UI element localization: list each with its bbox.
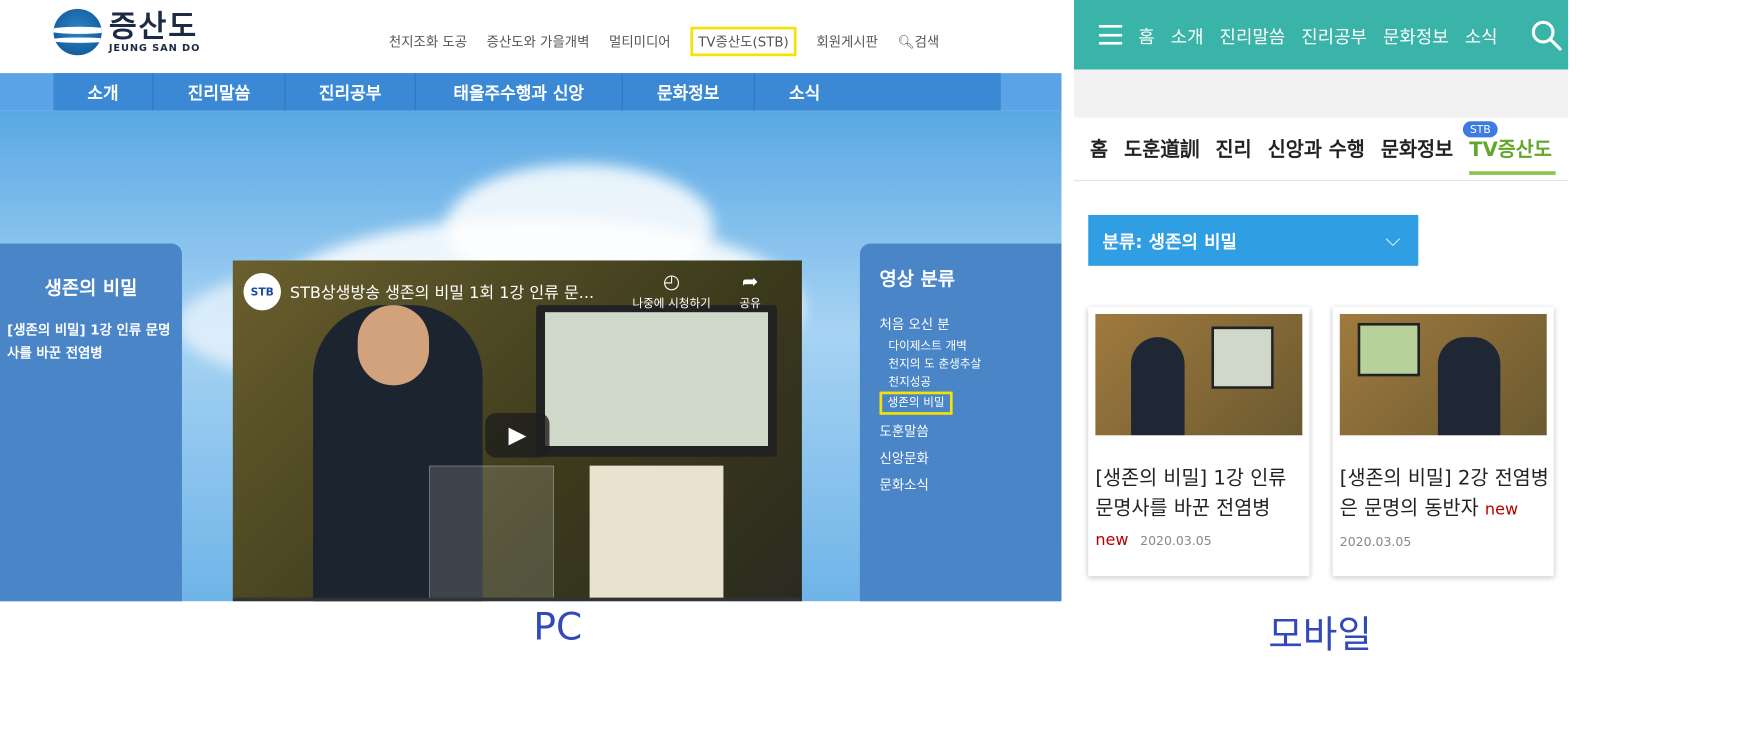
video-player[interactable]: STB STB상생방송 생존의 비밀 1회 1강 인류 문... ◴ 나중에 시… [232,260,802,602]
watch-later-button[interactable]: ◴ 나중에 시청하기 [632,271,710,310]
category-dohun[interactable]: 도훈말씀 [880,418,982,445]
video-card[interactable]: [생존의 비밀] 2강 전염병은 문명의 동반자 new 2020.03.05 [1332,306,1554,577]
video-thumbnail[interactable] [1095,313,1303,436]
video-card-date: 2020.03.05 [1339,535,1412,550]
mobile-view: 홈 소개 진리말씀 진리공부 문화정보 소식 STB 홈 도훈道訓 진리 신앙과… [1073,0,1569,602]
category-dao[interactable]: 천지의 도 춘생추살 [888,356,981,374]
clock-icon: ◴ [663,271,681,294]
logo-mark-icon [53,8,102,56]
mainnav-item-intro[interactable]: 소개 [54,73,154,111]
tab-tv-jeungsando[interactable]: TV증산도 [1469,134,1556,175]
share-label: 공유 [739,297,761,311]
video-card[interactable]: [생존의 비밀] 1강 인류 문명사를 바꾼 전염병 new 2020.03.0… [1088,306,1310,577]
category-selected-survival[interactable]: 생존의 비밀 [879,391,953,415]
top-nav: 천지조화 도공 증산도와 가을개벽 멀티미디어 TV증산도(STB) 회원게시판… [389,26,940,57]
video-card-date: 2020.03.05 [1140,534,1212,549]
category-faith[interactable]: 신앙문화 [880,445,982,472]
topnav-item-gaebyeok[interactable]: 증산도와 가을개벽 [487,32,590,56]
category-panel-title: 영상 분류 [879,268,955,290]
caption-pc: PC [533,604,583,649]
mobile-nav-culture[interactable]: 문화정보 [1383,22,1449,48]
category-digest[interactable]: 다이제스트 개벽 [888,338,981,356]
mainnav-item-culture[interactable]: 문화정보 [623,73,755,111]
channel-logo[interactable]: STB [243,272,281,311]
mobile-nav-intro[interactable]: 소개 [1171,22,1204,48]
topnav-item-dogong[interactable]: 천지조화 도공 [389,32,467,56]
left-panel-video-link[interactable]: [생존의 비밀] 1강 인류 문명사를 바꾼 전염병 [7,318,176,364]
mainnav-item-truth-word[interactable]: 진리말씀 [153,73,286,111]
video-thumbnail[interactable] [1339,313,1547,436]
mobile-nav-truth-study[interactable]: 진리공부 [1301,22,1367,48]
search-icon: 🔍︎ [897,33,915,50]
pc-view: 증산도 JEUNG SAN DO 천지조화 도공 증산도와 가을개벽 멀티미디어… [0,0,1062,602]
category-first-visit[interactable]: 처음 오신 분 [880,311,982,338]
search-label: 검색 [914,33,940,50]
topnav-item-search[interactable]: 🔍︎검색 [898,32,940,56]
left-panel-title: 생존의 비밀 [44,277,138,299]
logo-english: JEUNG SAN DO [108,41,201,54]
share-icon: ➦ [741,271,759,294]
category-filter-dropdown[interactable]: 분류: 생존의 비밀 ⌵ [1088,214,1419,266]
video-progress-bar[interactable] [232,597,802,602]
topnav-item-multimedia[interactable]: 멀티미디어 [609,32,671,56]
mainnav-item-truth-study[interactable]: 진리공부 [285,73,416,111]
caption-mobile: 모바일 [1268,612,1372,657]
tab-home[interactable]: 홈 [1090,134,1108,163]
main-nav-bar: 소개 진리말씀 진리공부 태을주수행과 신앙 문화정보 소식 [0,73,1062,111]
mobile-nav-truth-word[interactable]: 진리말씀 [1220,22,1286,48]
video-title[interactable]: STB상생방송 생존의 비밀 1회 1강 인류 문... [290,280,594,303]
mainnav-item-news[interactable]: 소식 [755,73,855,110]
tab-dohun[interactable]: 도훈道訓 [1124,134,1199,163]
share-button[interactable]: ➦ 공유 [739,271,760,310]
logo-korean: 증산도 [108,8,198,45]
category-panel: 영상 분류 처음 오신 분 다이제스트 개벽 천지의 도 춘생추살 천지성공 생… [859,243,1062,602]
topnav-item-board[interactable]: 회원게시판 [816,32,878,56]
video-card-title[interactable]: [생존의 비밀] 1강 인류 문명사를 바꾼 전염병 [1095,467,1286,520]
search-icon[interactable] [1529,18,1563,52]
site-logo[interactable]: 증산도 JEUNG SAN DO [53,8,201,56]
new-badge: new [1484,500,1519,520]
mobile-nav-news[interactable]: 소식 [1465,22,1498,48]
menu-icon[interactable] [1098,24,1123,45]
mainnav-item-practice[interactable]: 태을주수행과 신앙 [416,73,623,111]
play-button[interactable]: ▶ [485,412,550,458]
tab-faith-practice[interactable]: 신앙과 수행 [1268,134,1365,163]
topnav-item-tv-stb[interactable]: TV증산도(STB) [690,26,797,57]
mobile-nav-home[interactable]: 홈 [1138,22,1154,48]
tabs-divider [1073,180,1569,182]
left-panel: 생존의 비밀 [생존의 비밀] 1강 인류 문명사를 바꾼 전염병 [0,243,182,602]
tab-culture[interactable]: 문화정보 [1381,134,1453,163]
tab-truth[interactable]: 진리 [1216,134,1252,163]
mobile-header: 홈 소개 진리말씀 진리공부 문화정보 소식 [1073,0,1569,70]
category-success[interactable]: 천지성공 [888,374,981,392]
mobile-tabs: 홈 도훈道訓 진리 신앙과 수행 문화정보 TV증산도 [1090,134,1556,175]
new-badge: new [1095,530,1129,550]
watch-later-label: 나중에 시청하기 [632,297,711,311]
chevron-down-icon: ⌵ [1385,229,1401,252]
category-culture-news[interactable]: 문화소식 [880,472,982,499]
category-filter-label: 분류: 생존의 비밀 [1102,231,1237,253]
play-icon: ▶ [508,421,527,449]
mobile-gray-band [1073,69,1569,118]
